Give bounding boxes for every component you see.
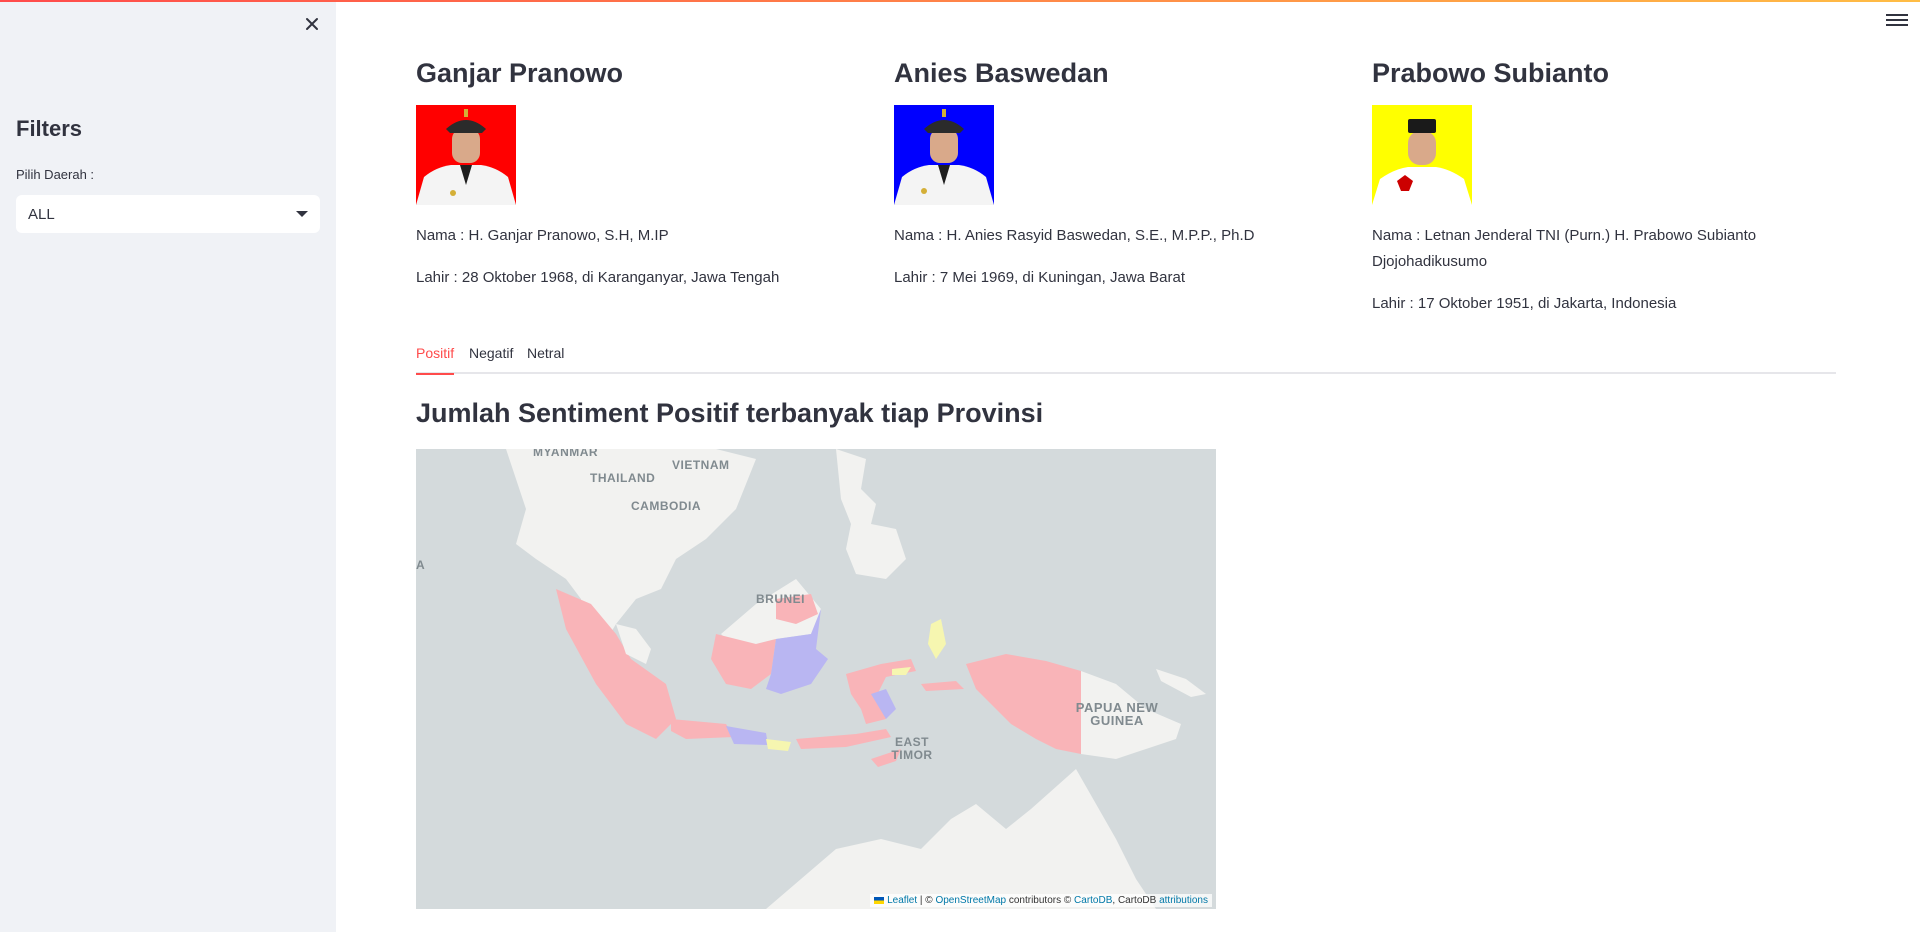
map-canvas [506, 449, 1206, 909]
candidate-photo [894, 105, 994, 205]
region-select[interactable]: ALL [16, 195, 320, 233]
chevron-down-icon [296, 211, 308, 217]
candidate-prabowo: Prabowo Subianto Nama : Letnan Jenderal … [1372, 58, 1812, 333]
map-label-brunei: BRUNEI [756, 592, 806, 606]
candidate-name: Anies Baswedan [894, 58, 1109, 88]
region-papua [966, 654, 1081, 754]
candidate-anies: Anies Baswedan Nama : H. Anies Rasyid Ba… [894, 58, 1334, 307]
candidate-photo [416, 105, 516, 205]
candidate-full-name: Nama : Letnan Jenderal TNI (Purn.) H. Pr… [1372, 227, 1757, 270]
tab-positif[interactable]: Positif [416, 344, 455, 375]
leaflet-link[interactable]: Leaflet [887, 895, 917, 906]
candidate-birth: Lahir : 17 Oktober 1951, di Jakarta, Ind… [1372, 295, 1677, 312]
sentiment-map[interactable]: MYANMAR THAILAND VIETNAM CAMBODIA A BRUN… [416, 449, 1216, 909]
sentiment-tabs: Positif Negatif Netral [416, 344, 1836, 375]
map-label-edge: A [416, 558, 426, 572]
ukraine-flag-icon [874, 896, 885, 904]
tab-negatif[interactable]: Negatif [469, 344, 513, 374]
candidate-name: Ganjar Pranowo [416, 58, 624, 88]
region-select-value: ALL [28, 205, 55, 223]
land-philippines [836, 449, 906, 579]
candidate-photo [1372, 105, 1472, 205]
main-menu-button[interactable] [1886, 14, 1908, 32]
land-png-islands [1156, 669, 1206, 697]
region-java-central [726, 726, 768, 745]
map-attribution: Leaflet | © OpenStreetMap contributors ©… [870, 894, 1212, 907]
candidate-name: Prabowo Subianto [1372, 58, 1610, 88]
close-icon [306, 18, 318, 30]
candidate-full-name: Nama : H. Anies Rasyid Baswedan, S.E., M… [894, 227, 1255, 244]
map-label-cambodia: CAMBODIA [631, 499, 701, 513]
candidate-birth: Lahir : 7 Mei 1969, di Kuningan, Jawa Ba… [894, 269, 1186, 286]
map-label-vietnam: VIETNAM [672, 458, 730, 472]
land-australia [766, 769, 1156, 909]
cartodb-link[interactable]: CartoDB [1074, 895, 1112, 906]
region-filter-label: Pilih Daerah : [16, 167, 95, 182]
close-sidebar-button[interactable] [300, 12, 324, 36]
section-title: Jumlah Sentiment Positif terbanyak tiap … [416, 398, 1044, 428]
candidate-ganjar: Ganjar Pranowo Nama : H. Ganjar Pranowo,… [416, 58, 856, 307]
top-decoration-bar [0, 0, 1920, 2]
sidebar-title: Filters [16, 116, 83, 141]
region-java-east [766, 739, 791, 751]
region-maluku-north [928, 619, 946, 659]
map-label-myanmar: MYANMAR [533, 449, 599, 459]
map-label-png: PAPUA NEW GUINEA [1075, 700, 1159, 728]
candidate-birth: Lahir : 28 Oktober 1968, di Karanganyar,… [416, 269, 780, 286]
region-maluku [921, 681, 964, 691]
attributions-link[interactable]: attributions [1159, 895, 1208, 906]
candidate-full-name: Nama : H. Ganjar Pranowo, S.H, M.IP [416, 227, 669, 244]
region-java-west [671, 719, 734, 739]
hamburger-menu-icon [1886, 14, 1908, 16]
map-label-east-timor: EAST TIMOR [891, 735, 933, 762]
region-kalimantan-west [711, 634, 776, 689]
region-nusa-tenggara [796, 729, 891, 749]
map-label-thailand: THAILAND [590, 471, 656, 485]
osm-link[interactable]: OpenStreetMap [935, 895, 1006, 906]
sidebar: Filters Pilih Daerah : ALL [0, 0, 336, 932]
tab-netral[interactable]: Netral [527, 344, 564, 374]
